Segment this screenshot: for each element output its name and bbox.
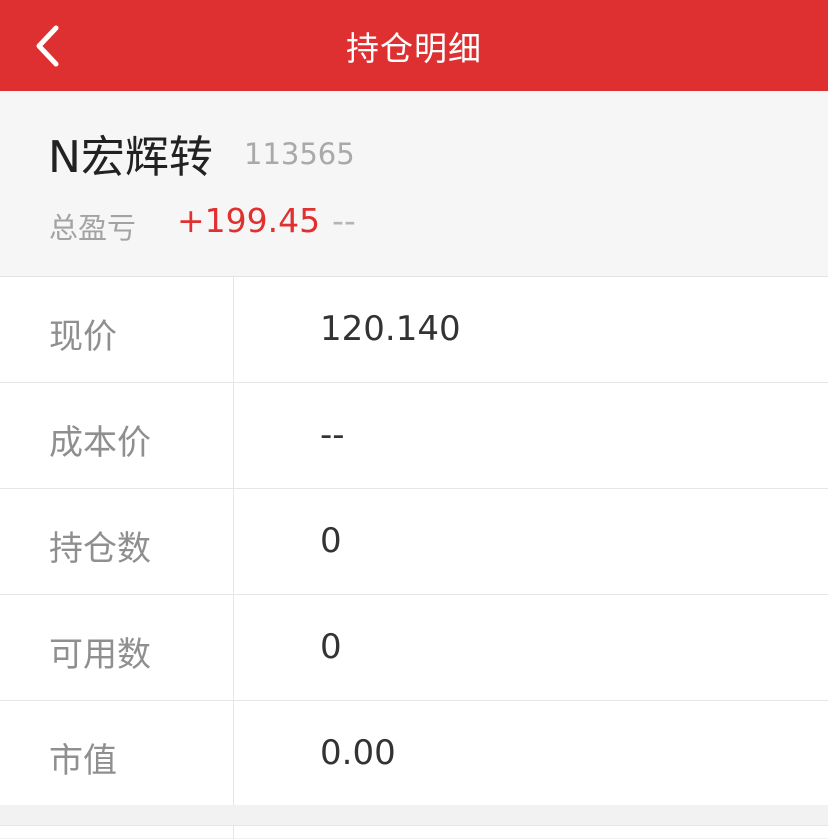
detail-value: --	[320, 415, 345, 455]
total-pl-value: +199.45	[177, 201, 321, 240]
total-pl-label: 总盈亏	[49, 211, 137, 245]
row-divider	[233, 826, 234, 839]
row-divider	[233, 595, 234, 700]
detail-label: 成本价	[49, 423, 151, 463]
detail-row-available-qty: 可用数 0	[0, 595, 828, 701]
detail-row-position-qty: 持仓数 0	[0, 489, 828, 595]
detail-value: 120.140	[320, 309, 461, 349]
back-button[interactable]	[22, 20, 72, 72]
detail-value: 0.00	[320, 733, 396, 773]
position-summary: N宏辉转 113565 总盈亏 +199.45 --	[0, 91, 828, 277]
row-divider	[233, 277, 234, 382]
row-divider	[233, 383, 234, 488]
chevron-left-icon	[36, 25, 59, 67]
detail-row-current-price: 现价 120.140	[0, 277, 828, 383]
detail-label: 可用数	[49, 635, 151, 675]
nav-bar: 持仓明细	[0, 0, 828, 91]
detail-value: 0	[320, 521, 342, 561]
stock-name: N宏辉转	[48, 132, 213, 183]
position-detail-table: 现价 120.140 成本价 -- 持仓数 0 可用数 0 市值 0.00	[0, 277, 828, 805]
detail-value: 0	[320, 627, 342, 667]
row-divider	[233, 701, 234, 805]
next-detail-section	[0, 825, 828, 839]
detail-row-cost-price: 成本价 --	[0, 383, 828, 489]
total-pl-ratio: --	[332, 201, 356, 240]
detail-label: 持仓数	[49, 529, 151, 569]
detail-label: 市值	[49, 741, 117, 781]
page-title: 持仓明细	[346, 28, 482, 68]
row-divider	[233, 489, 234, 594]
detail-row-market-value: 市值 0.00	[0, 701, 828, 805]
stock-code: 113565	[244, 137, 355, 171]
detail-label: 现价	[49, 317, 117, 357]
